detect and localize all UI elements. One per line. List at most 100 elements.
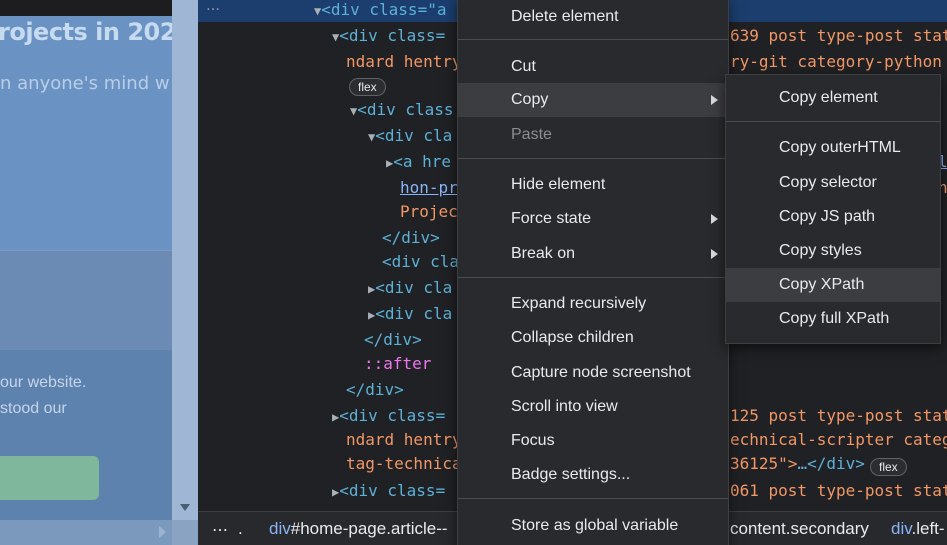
menu-item-label: Copy JS path (779, 208, 876, 225)
scroll-down-arrow-icon[interactable] (180, 504, 190, 511)
menu-item-label: Badge settings... (511, 466, 631, 483)
dom-tag: <div cla (382, 252, 460, 271)
attr-value-fragment: 061 post type-post stat (730, 481, 947, 500)
menu-item-label: Delete element (511, 8, 619, 25)
submenu-item-copy-outerhtml[interactable]: Copy outerHTML (726, 131, 940, 165)
attr-value-fragment: Projec (400, 202, 458, 221)
page-section (0, 250, 172, 350)
submenu-item-copy-full-xpath[interactable]: Copy full XPath (726, 302, 940, 336)
dom-node-line[interactable]: ▼<div class="a (314, 0, 446, 24)
menu-item-collapse-children[interactable]: Collapse children (458, 321, 728, 355)
dom-node-line[interactable]: ▼<div class= (332, 23, 445, 50)
menu-item-expand-recursively[interactable]: Expand recursively (458, 287, 728, 321)
dom-node-line[interactable]: <div cla (382, 249, 459, 275)
menu-item-label: Hide element (511, 176, 606, 193)
submenu-arrow-icon (711, 249, 718, 259)
submenu-item-copy-js-path[interactable]: Copy JS path (726, 200, 940, 234)
menu-item-scroll-into-view[interactable]: Scroll into view (458, 390, 728, 424)
breadcrumb-element: div (269, 519, 291, 538)
breadcrumb-item[interactable]: content.secondary (730, 519, 869, 539)
page-preview: rojects in 2023 n anyone's mind w our we… (0, 0, 172, 545)
paragraph-line: stood our (0, 400, 67, 417)
attr-value-fragment: 639 post type-post stat (730, 26, 947, 45)
breadcrumb-item[interactable]: div.left- (891, 519, 945, 539)
scrollbar-corner (172, 520, 198, 545)
menu-item-focus[interactable]: Focus (458, 424, 728, 458)
dom-node-line[interactable]: ▼<div class (350, 97, 454, 124)
breadcrumb-element: div (891, 519, 912, 538)
menu-item-copy[interactable]: Copy (458, 83, 728, 117)
submenu-item-copy-selector[interactable]: Copy selector (726, 166, 940, 200)
menu-separator (458, 39, 728, 40)
dom-node-line[interactable]: ▶<div cla (368, 301, 452, 328)
dom-tag: <div cla (375, 304, 453, 323)
dom-closing-tag[interactable]: </div> (364, 327, 422, 353)
hero-subtitle: n anyone's mind w (0, 73, 170, 94)
attr-value-fragment: echnical-scripter categ (730, 430, 947, 449)
menu-item-capture-node-screenshot[interactable]: Capture node screenshot (458, 356, 728, 390)
menu-item-force-state[interactable]: Force state (458, 202, 728, 236)
menu-item-delete-element[interactable]: Delete element (458, 0, 728, 34)
page-top-bar (0, 0, 172, 16)
menu-item-label: Cut (511, 58, 536, 75)
context-menu: Delete element Cut Copy Paste Hide eleme… (457, 0, 729, 545)
collapsed-content[interactable]: …</div> (797, 454, 864, 473)
menu-item-cut[interactable]: Cut (458, 50, 728, 84)
flex-badge[interactable]: flex (349, 76, 386, 96)
breadcrumb-item[interactable]: . (238, 519, 243, 539)
menu-item-label: Copy element (779, 89, 878, 106)
attr-value-fragment: tag-technica (346, 454, 462, 473)
more-dots-icon[interactable]: … (206, 0, 221, 14)
dom-tag: <div class= (339, 481, 446, 500)
dom-tag: <div class (357, 100, 454, 119)
attr-value-fragment: 36125"> (730, 454, 798, 473)
hero-section (0, 16, 172, 250)
dom-node-line[interactable]: ▶<div cla (368, 275, 452, 302)
menu-item-label: Capture node screenshot (511, 364, 691, 381)
scroll-right-arrow-icon[interactable] (159, 526, 166, 538)
menu-item-hide-element[interactable]: Hide element (458, 168, 728, 202)
menu-item-label: Copy outerHTML (779, 139, 901, 156)
copy-submenu: Copy element Copy outerHTML Copy selecto… (725, 74, 941, 344)
dom-node-tail[interactable]: 36125">…</div> (730, 451, 865, 477)
dom-tag: <div class="a (321, 0, 447, 19)
menu-item-paste: Paste (458, 118, 728, 152)
preview-vertical-scrollbar[interactable] (172, 0, 198, 520)
menu-separator (726, 121, 940, 122)
attr-value-fragment: 125 post type-post stat (730, 406, 947, 425)
menu-item-label: Copy XPath (779, 276, 865, 293)
breadcrumb-selector: #home-page.article-- (290, 519, 448, 538)
breadcrumb-item[interactable]: div#home-page.article-- (269, 519, 448, 539)
pseudo-element[interactable]: ::after (364, 351, 431, 377)
page-cta-button[interactable] (0, 456, 99, 500)
submenu-item-copy-element[interactable]: Copy element (726, 81, 940, 115)
menu-separator (458, 498, 728, 499)
menu-item-label: Copy styles (779, 242, 862, 259)
dom-node-line[interactable]: ▶<a hre (386, 149, 451, 176)
dom-node-line[interactable]: ▶<div class= (332, 478, 445, 505)
page-paragraph: our website. stood our (0, 370, 172, 422)
menu-separator (458, 158, 728, 159)
menu-item-label: Expand recursively (511, 295, 647, 312)
dom-tag: <div class= (339, 406, 446, 425)
menu-item-label: Break on (511, 245, 576, 262)
href-link[interactable]: hon-pr (400, 175, 458, 201)
submenu-item-copy-xpath[interactable]: Copy XPath (726, 268, 940, 302)
dom-node-line[interactable]: ▶<div class= (332, 403, 445, 430)
menu-item-break-on[interactable]: Break on (458, 237, 728, 271)
menu-item-label: Copy full XPath (779, 310, 890, 327)
dom-tag: <div cla (375, 126, 453, 145)
submenu-item-copy-styles[interactable]: Copy styles (726, 234, 940, 268)
hero-title: rojects in 2023 (0, 18, 172, 46)
dom-tag: <a hre (393, 152, 452, 171)
flex-badge-label: flex (349, 77, 386, 96)
attr-value-fragment: ndard hentry (346, 52, 462, 71)
preview-horizontal-scrollbar[interactable] (0, 520, 172, 545)
flex-badge[interactable]: flex (870, 456, 907, 476)
dom-closing-tag[interactable]: </div> (382, 225, 440, 251)
dom-closing-tag[interactable]: </div> (346, 377, 404, 403)
dom-node-line[interactable]: ▼<div cla (368, 123, 452, 150)
menu-item-badge-settings[interactable]: Badge settings... (458, 458, 728, 492)
menu-item-store-as-global-variable[interactable]: Store as global variable (458, 509, 728, 543)
breadcrumb-more-button[interactable]: … (212, 516, 229, 535)
